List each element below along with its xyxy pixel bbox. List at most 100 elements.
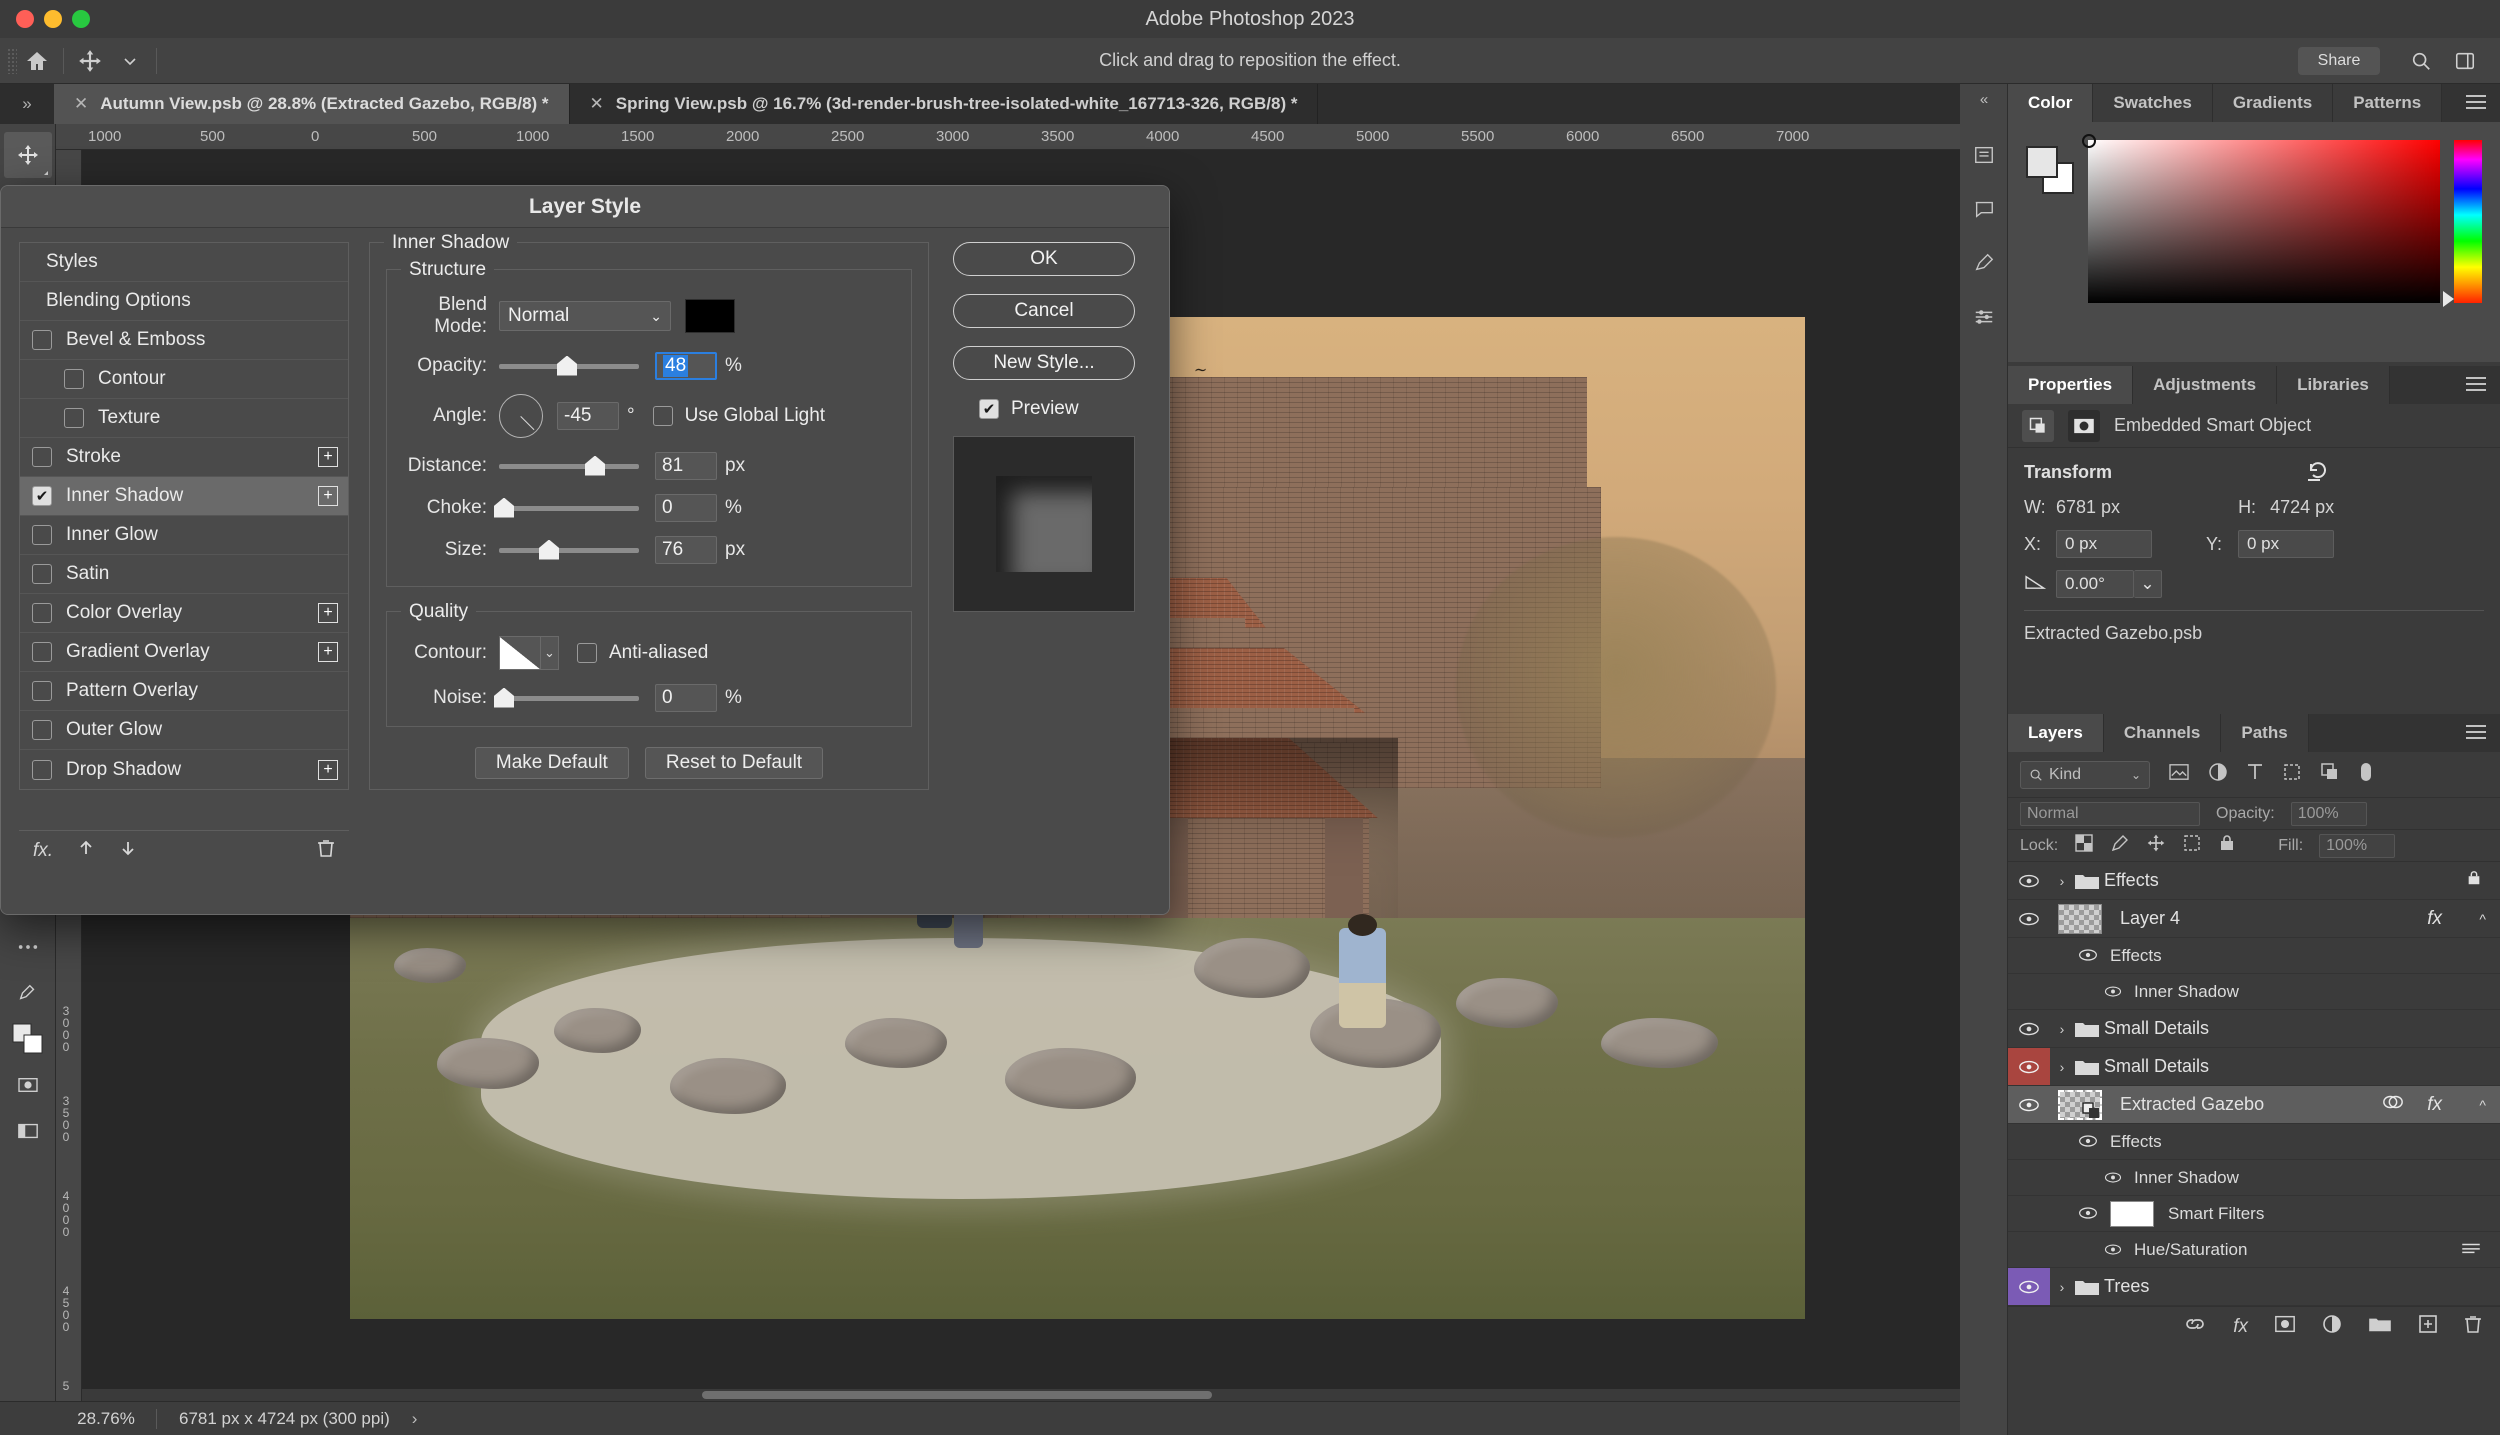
angle-field[interactable]: 0.00° [2056, 570, 2134, 598]
link-layers-icon[interactable] [2183, 1316, 2207, 1338]
screen-mode-icon[interactable] [4, 1108, 52, 1154]
noise-field[interactable]: 0 [655, 684, 717, 712]
preview-toggle-row[interactable]: Preview [979, 398, 1153, 420]
anti-aliased-checkbox[interactable] [577, 643, 597, 663]
hue-slider-handle[interactable] [2443, 291, 2454, 307]
search-icon[interactable] [2404, 44, 2438, 78]
filter-pixel-icon[interactable] [2168, 763, 2190, 787]
size-field[interactable]: 76 [655, 536, 717, 564]
add-layer-style-icon[interactable]: fx [2233, 1316, 2248, 1338]
contour-preset-preview[interactable] [499, 636, 541, 670]
layer-fill-field[interactable]: 100% [2319, 833, 2396, 858]
reset-transform-icon[interactable] [2306, 460, 2330, 488]
effect-checkbox[interactable] [64, 408, 84, 428]
brush-settings-icon[interactable] [1965, 244, 2003, 282]
layer-row-trees[interactable]: › Trees [2008, 1268, 2500, 1306]
chevron-right-icon[interactable]: › [2050, 1059, 2074, 1075]
effect-checkbox[interactable] [32, 603, 52, 623]
angle-field[interactable]: -45 [557, 402, 619, 430]
smart-filters-row[interactable]: Smart Filters [2008, 1196, 2500, 1232]
move-effect-up-icon[interactable] [77, 839, 95, 863]
effect-checkbox[interactable] [32, 681, 52, 701]
status-expand-icon[interactable]: › [412, 1409, 418, 1429]
tab-gradients[interactable]: Gradients [2212, 84, 2334, 122]
workspace-switcher-icon[interactable] [2448, 44, 2482, 78]
add-effect-icon[interactable]: + [318, 447, 338, 467]
effect-item-satin[interactable]: Satin [20, 555, 348, 594]
add-adjustment-layer-icon[interactable] [2322, 1314, 2342, 1340]
lock-artboard-icon[interactable] [2182, 833, 2202, 858]
add-effect-icon[interactable]: + [318, 486, 338, 506]
effect-item-pattern-overlay[interactable]: Pattern Overlay [20, 672, 348, 711]
effect-item-stroke[interactable]: Stroke + [20, 438, 348, 477]
layer-thumbnail[interactable] [2058, 903, 2102, 934]
canvas-horizontal-scrollbar[interactable] [82, 1389, 1960, 1401]
chevron-right-icon[interactable]: › [2050, 1021, 2074, 1037]
layer-row-layer-4[interactable]: Layer 4 fx ^ [2008, 900, 2500, 938]
effect-checkbox[interactable] [64, 369, 84, 389]
layer-style-dialog[interactable]: Layer Style Styles Blending Options Beve… [0, 185, 1170, 915]
effect-item-contour[interactable]: Contour [20, 360, 348, 399]
move-effect-down-icon[interactable] [119, 839, 137, 863]
more-tools-icon[interactable] [4, 924, 52, 970]
lock-position-icon[interactable] [2146, 833, 2166, 858]
angle-dial[interactable] [499, 394, 543, 438]
filter-toggle-icon[interactable] [2358, 760, 2374, 790]
history-icon[interactable] [1965, 136, 2003, 174]
add-effect-icon[interactable]: + [318, 603, 338, 623]
effect-checkbox[interactable] [32, 759, 52, 780]
distance-slider[interactable] [499, 455, 639, 476]
x-field[interactable]: 0 px [2056, 530, 2152, 558]
use-global-light-checkbox[interactable] [652, 406, 673, 426]
effect-item-inner-shadow[interactable]: Inner Shadow + [20, 477, 348, 516]
visibility-eye-icon[interactable] [2078, 1132, 2098, 1152]
lock-all-icon[interactable] [2218, 833, 2236, 858]
effect-checkbox[interactable] [32, 330, 52, 350]
comments-icon[interactable] [1965, 190, 2003, 228]
layer-row-extracted-gazebo[interactable]: Extracted Gazebo fx ^ [2008, 1086, 2500, 1124]
effect-item-blending-options[interactable]: Blending Options [20, 282, 348, 321]
fx-icon[interactable]: fx [2427, 1094, 2442, 1116]
gazebo-effect-inner-shadow-row[interactable]: Inner Shadow [2008, 1160, 2500, 1196]
layer-thumbnail[interactable] [2058, 1089, 2102, 1120]
filter-smart-object-icon[interactable] [2320, 762, 2340, 788]
share-button[interactable]: Share [2298, 46, 2380, 75]
opacity-slider[interactable] [499, 355, 639, 376]
blend-mode-select[interactable]: Normal ⌄ [499, 301, 671, 331]
ok-button[interactable]: OK [953, 242, 1135, 276]
visibility-eye-icon[interactable] [2008, 900, 2050, 937]
delete-layer-icon[interactable] [2464, 1314, 2482, 1340]
layer-row-small-details-2[interactable]: › Small Details [2008, 1048, 2500, 1086]
filter-shape-icon[interactable] [2282, 762, 2302, 788]
tab-color[interactable]: Color [2008, 84, 2094, 122]
effect-item-styles[interactable]: Styles [20, 243, 348, 282]
layer-opacity-field[interactable]: 100% [2290, 801, 2367, 826]
noise-slider[interactable] [494, 687, 639, 708]
tab-properties[interactable]: Properties [2008, 366, 2134, 404]
chevron-down-icon[interactable]: ⌄ [541, 636, 559, 670]
visibility-eye-icon[interactable] [2008, 1268, 2050, 1305]
smart-filter-mask-icon[interactable] [2382, 1094, 2404, 1115]
panel-menu-icon[interactable] [2466, 725, 2486, 743]
chevron-right-icon[interactable]: › [2050, 873, 2074, 889]
color-selector-ring-icon[interactable] [2082, 134, 2096, 148]
layer-effect-inner-shadow-row[interactable]: Inner Shadow [2008, 974, 2500, 1010]
hue-saturation-filter-row[interactable]: Hue/Saturation [2008, 1232, 2500, 1268]
filter-adjustment-icon[interactable] [2208, 762, 2228, 788]
panel-menu-icon[interactable] [2466, 95, 2486, 113]
quick-mask-icon[interactable] [4, 1062, 52, 1108]
expand-panels-icon[interactable]: « [1960, 84, 2008, 114]
effect-item-bevel-emboss[interactable]: Bevel & Emboss [20, 321, 348, 360]
add-effect-icon[interactable]: + [318, 759, 338, 780]
tab-channels[interactable]: Channels [2103, 714, 2222, 752]
cancel-button[interactable]: Cancel [953, 294, 1135, 328]
visibility-eye-icon[interactable] [2008, 1048, 2050, 1085]
lock-transparent-pixels-icon[interactable] [2074, 833, 2094, 858]
close-icon[interactable]: ✕ [590, 94, 604, 114]
choke-field[interactable]: 0 [655, 494, 717, 522]
fx-icon[interactable]: fx. [33, 840, 53, 862]
close-icon[interactable]: ✕ [74, 94, 88, 114]
document-tab-spring-view[interactable]: ✕ Spring View.psb @ 16.7% (3d-render-bru… [569, 84, 1319, 124]
tab-swatches[interactable]: Swatches [2093, 84, 2213, 122]
chevron-up-icon[interactable]: ^ [2479, 1097, 2486, 1113]
